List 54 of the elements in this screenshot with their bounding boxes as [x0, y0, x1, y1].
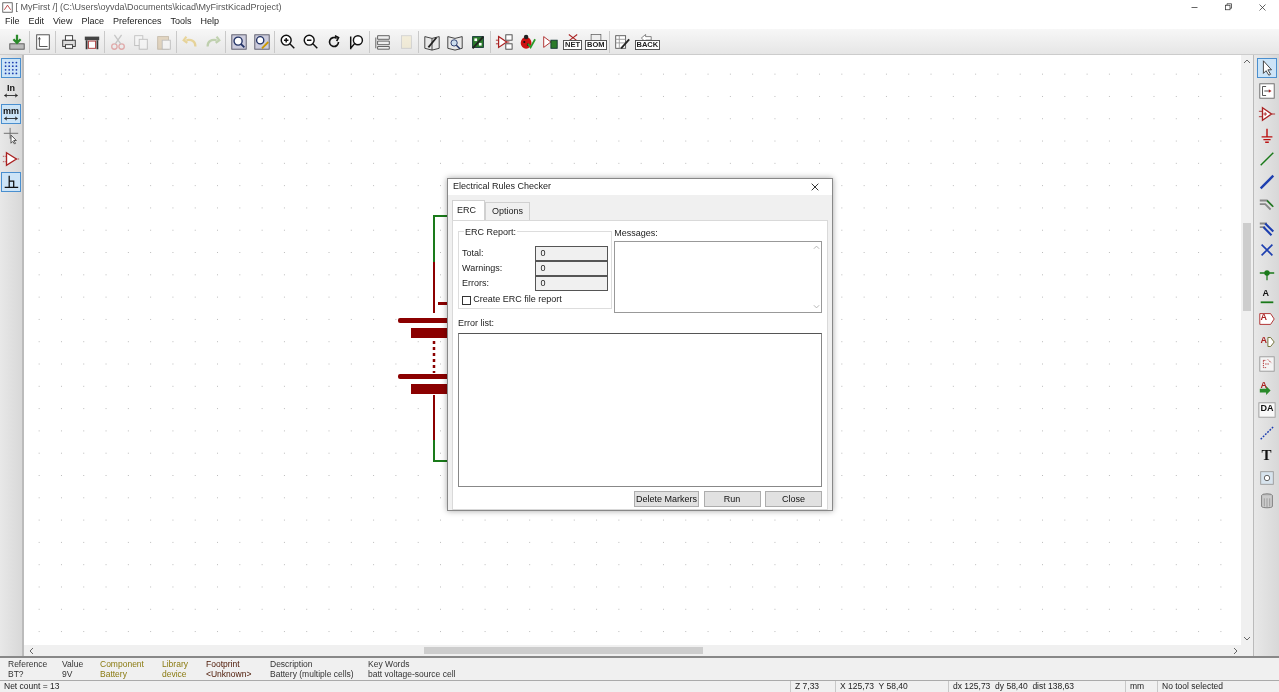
- status-text: No tool selected: [1157, 681, 1279, 692]
- menu-item[interactable]: Tools: [170, 15, 192, 29]
- tab[interactable]: ERC: [452, 199, 485, 220]
- tab[interactable]: Options: [485, 201, 531, 220]
- crosshair-cursor-icon[interactable]: [1, 126, 21, 147]
- field-value: BT?: [8, 669, 25, 679]
- field-label: Component: [100, 659, 145, 669]
- dialog-title: Electrical Rules Checker: [453, 180, 552, 193]
- scrollbar-thumb[interactable]: [424, 647, 703, 654]
- field-label: Warnings:: [462, 261, 504, 275]
- field-value: Battery (multiple cells): [270, 669, 355, 679]
- field-label: Footprint: [206, 659, 241, 669]
- sheet-label-icon[interactable]: DA: [1256, 399, 1277, 420]
- checkbox-label: Create ERC file report: [473, 293, 562, 307]
- status-text: X 125,73 Y 58,40: [835, 681, 948, 692]
- field-label: Total:: [462, 246, 485, 260]
- dialog-button[interactable]: Run: [703, 491, 761, 508]
- dot-grid-icon[interactable]: [1, 58, 21, 78]
- status-text: mm: [1125, 681, 1157, 692]
- readonly-field: 0: [535, 246, 608, 261]
- menu-item[interactable]: View: [53, 15, 73, 29]
- field-label: Reference: [8, 659, 49, 669]
- field-label: Description: [270, 659, 314, 669]
- error-list-label: Error list:: [458, 317, 495, 330]
- field-value: Battery: [100, 669, 128, 679]
- messages-label: Messages:: [614, 227, 659, 240]
- hierarchy-icon[interactable]: [1256, 80, 1277, 101]
- text-icon[interactable]: T: [1256, 445, 1277, 466]
- field-label: Library: [162, 659, 189, 669]
- status-text: Net count = 13: [3, 681, 61, 692]
- scrollbar-thumb[interactable]: [1243, 223, 1251, 311]
- field-value: <Unknown>: [206, 669, 253, 679]
- menu-item[interactable]: Edit: [28, 15, 45, 29]
- menu-item[interactable]: Place: [81, 15, 104, 29]
- dialog-button[interactable]: Close: [765, 491, 822, 508]
- field-label: Key Words: [368, 659, 411, 669]
- checkbox[interactable]: [462, 295, 471, 305]
- field-value: 9V: [62, 669, 74, 679]
- field-label: Errors:: [462, 276, 490, 290]
- dialog-button[interactable]: Delete Markers: [634, 491, 699, 508]
- readonly-field: 0: [535, 276, 608, 291]
- group-legend: ERC Report:: [464, 226, 518, 240]
- menu-item[interactable]: Help: [200, 15, 219, 29]
- menu-item[interactable]: File: [5, 15, 20, 29]
- field-label: Value: [62, 659, 85, 669]
- readonly-field: 0: [535, 261, 608, 276]
- status-text: dx 125,73 dy 58,40 dist 138,63: [948, 681, 1125, 692]
- menu-item[interactable]: Preferences: [112, 15, 162, 29]
- field-value: device: [162, 669, 188, 679]
- window-title: [ MyFirst /] (C:\Users\oyvda\Documents\kicad\MyFirstKicadProject): [15, 0, 282, 14]
- status-text: Z 7,33: [790, 681, 835, 692]
- units-icon[interactable]: mm: [1, 103, 21, 124]
- pointer-icon[interactable]: [1256, 58, 1277, 78]
- field-value: batt voltage-source cell: [368, 669, 457, 679]
